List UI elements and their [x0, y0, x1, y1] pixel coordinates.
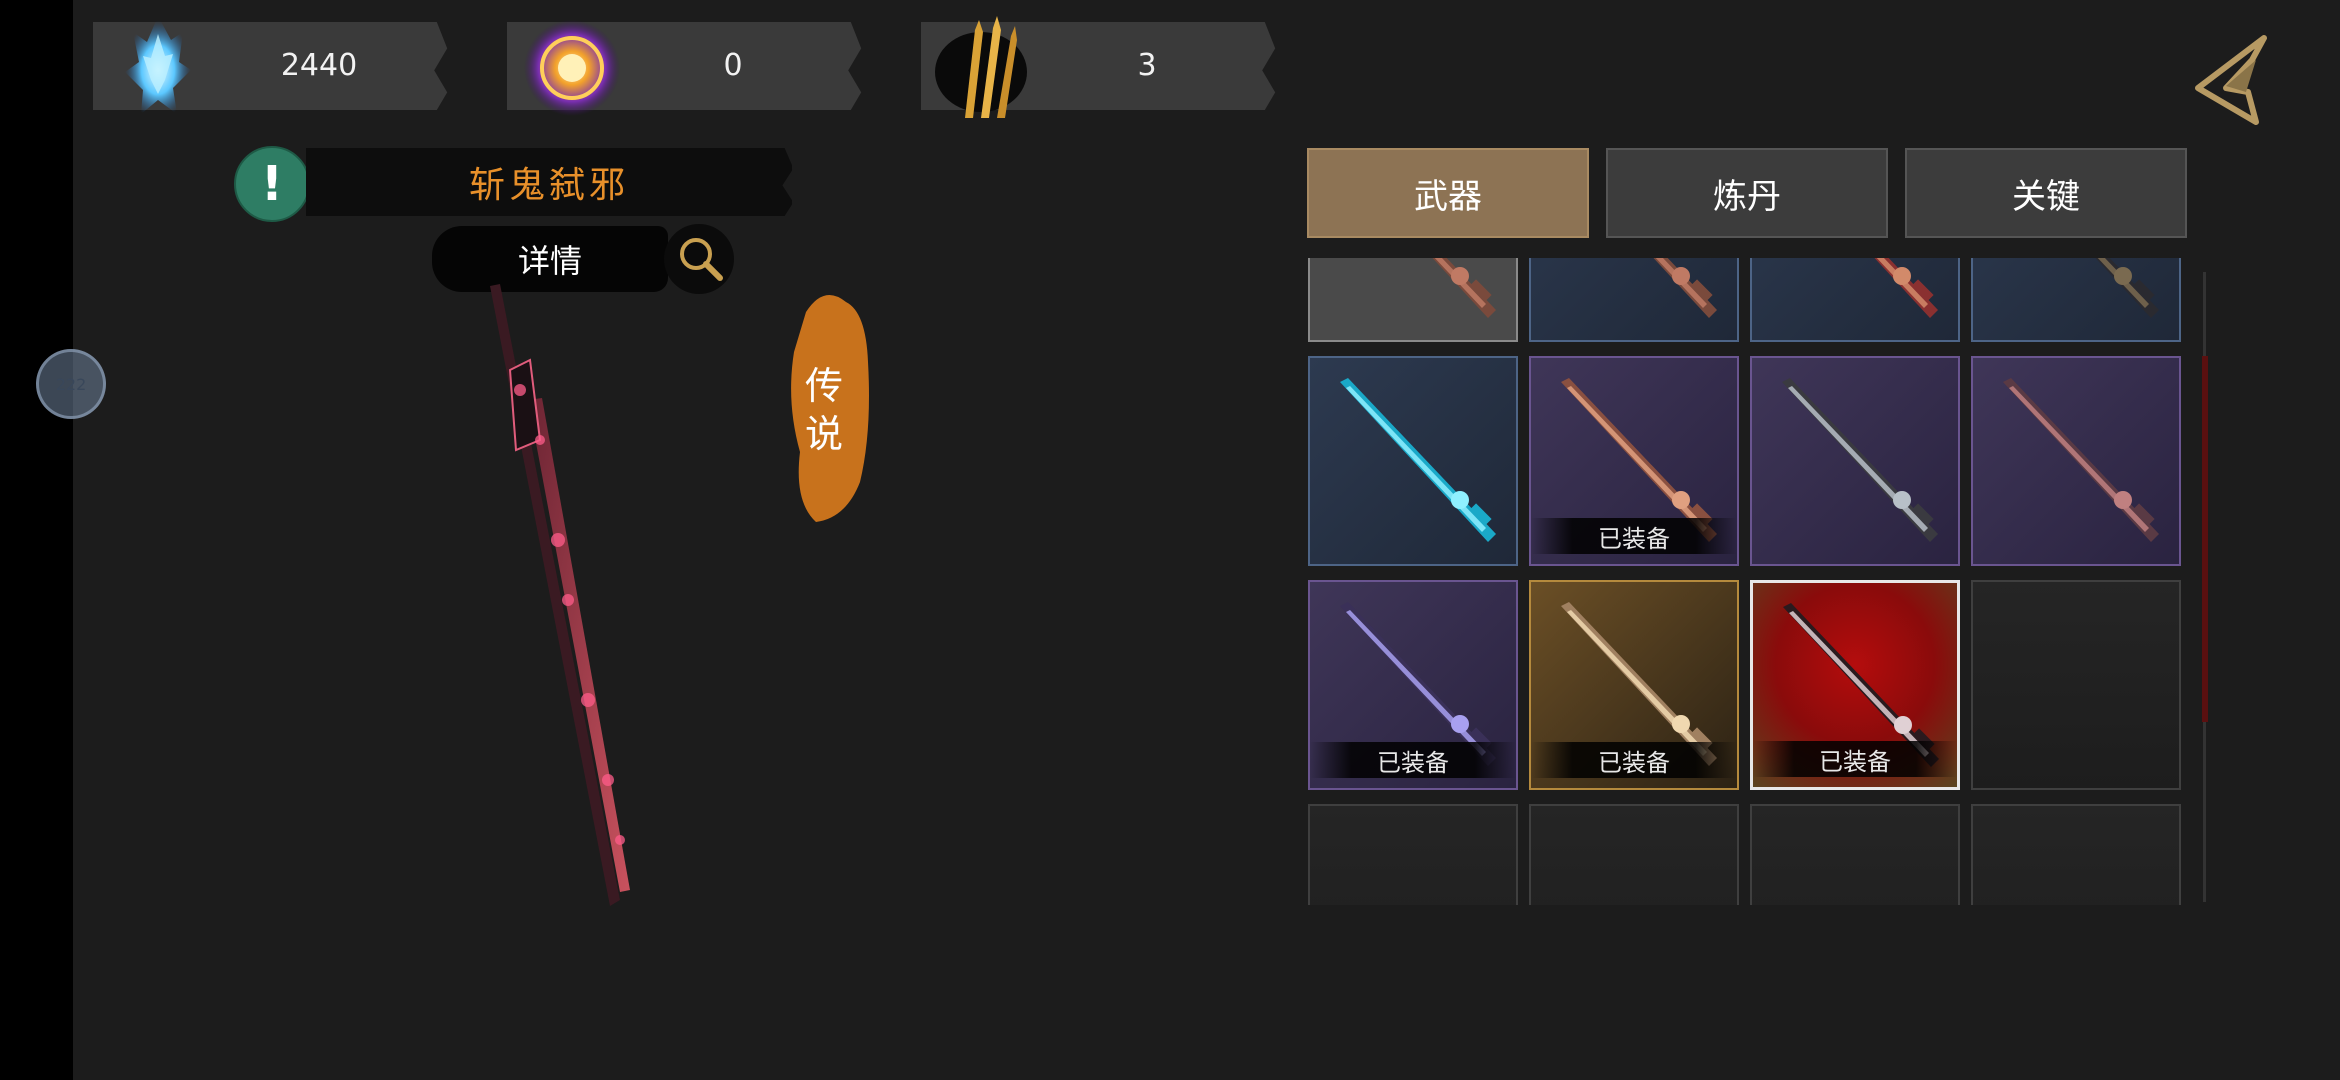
inventory-slot[interactable] [1750, 258, 1960, 342]
resource-counter-orb: 0 [507, 20, 869, 116]
weapon-copper-dagger-icon [1432, 258, 1496, 318]
spikes-count: 3 [1137, 48, 1157, 83]
inventory-slot[interactable]: 已装备 [1750, 580, 1960, 790]
magnifier-icon[interactable] [664, 224, 734, 294]
resource-counter-spikes: 3 [921, 16, 1283, 118]
golden-spikes-icon [935, 16, 1027, 118]
spirit-count: 2440 [280, 48, 358, 83]
floating-assist-button[interactable]: 222 [36, 349, 106, 419]
inventory-slot-empty[interactable] [1750, 804, 1960, 905]
inventory-slot-empty[interactable] [1971, 580, 2181, 790]
equipped-label: 已装备 [1531, 742, 1737, 778]
inventory-slot[interactable]: 已装备 [1529, 580, 1739, 790]
tab-weapons[interactable]: 武器 [1307, 148, 1589, 238]
inventory-slot[interactable] [1529, 258, 1739, 342]
weapon-cyan-crystal-spear-icon [1340, 378, 1496, 542]
tab-key-items-label: 关键 [2012, 176, 2080, 217]
orb-count: 0 [723, 48, 743, 83]
tab-alchemy[interactable]: 炼丹 [1606, 148, 1888, 238]
inventory-slot[interactable] [1971, 258, 2181, 342]
inventory-slot[interactable] [1971, 356, 2181, 566]
left-black-bar [0, 0, 73, 1080]
crimson-spear-artwork [490, 284, 630, 906]
back-arrow-icon[interactable] [2186, 30, 2274, 130]
weapon-steel-jian-icon [1782, 378, 1938, 542]
tab-alchemy-label: 炼丹 [1713, 176, 1781, 217]
weapon-engraved-dagger-icon [2003, 378, 2159, 542]
weapon-name: 斩鬼弑邪 [468, 165, 629, 206]
equipped-label: 已装备 [1753, 741, 1957, 777]
equipped-label: 已装备 [1531, 518, 1737, 554]
floating-button-label: 222 [55, 374, 87, 394]
inventory-scrollbar-thumb[interactable] [2202, 356, 2208, 722]
inventory-grid[interactable]: 已装备 已装备 已装备 已装备 [1306, 258, 2186, 905]
equipped-label: 已装备 [1310, 742, 1516, 778]
rarity-badge: 传说 [776, 282, 872, 526]
inventory-slot[interactable]: 已装备 [1529, 356, 1739, 566]
inventory-slot-empty[interactable] [1529, 804, 1739, 905]
tab-weapons-label: 武器 [1414, 176, 1482, 217]
blue-flame-crystal-icon [125, 16, 191, 114]
exclamation-info-button[interactable]: ! [234, 146, 310, 222]
rarity-label: 传说 [804, 364, 843, 456]
inventory-slot[interactable] [1308, 356, 1518, 566]
weapon-copper-dagger-icon [1653, 258, 1717, 318]
details-label: 详情 [517, 242, 582, 280]
tab-key-items[interactable]: 关键 [1905, 148, 2187, 238]
golden-orb-icon [524, 20, 620, 116]
resource-counter-spirit: 2440 [93, 16, 455, 114]
inventory-slot[interactable]: 已装备 [1308, 580, 1518, 790]
weapon-name-banner: 斩鬼弑邪 [306, 148, 800, 216]
weapon-dark-ornate-dagger-icon [2095, 258, 2159, 318]
inventory-slot[interactable] [1750, 356, 1960, 566]
inventory-slot-empty[interactable] [1971, 804, 2181, 905]
inventory-slot-empty[interactable] [1308, 804, 1518, 905]
weapon-red-hilt-dagger-icon [1874, 258, 1938, 318]
inventory-slot[interactable] [1308, 258, 1518, 342]
